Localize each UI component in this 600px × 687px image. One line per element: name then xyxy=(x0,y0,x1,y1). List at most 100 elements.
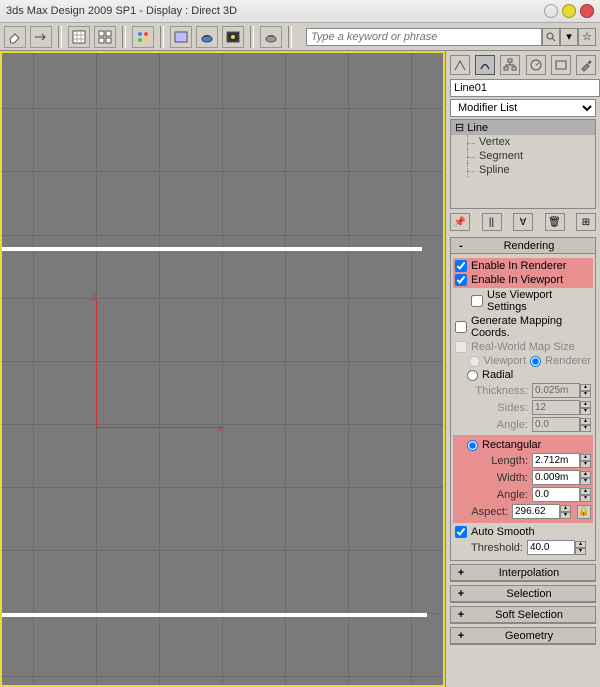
pin-stack-icon[interactable]: 📌 xyxy=(450,213,470,231)
hierarchy-tab-icon[interactable] xyxy=(500,55,520,75)
arrow-icon[interactable] xyxy=(30,26,52,48)
enable-renderer-label: Enable In Renderer xyxy=(471,260,566,272)
maximize-button[interactable] xyxy=(562,4,576,18)
make-unique-icon[interactable]: ∀ xyxy=(513,213,533,231)
rollout-selection-header[interactable]: +Selection xyxy=(451,586,595,602)
stack-sub-spline[interactable]: Spline xyxy=(451,163,595,177)
rectangular-label: Rectangular xyxy=(482,439,541,451)
lock-aspect-icon[interactable]: 🔒 xyxy=(577,505,591,519)
create-tab-icon[interactable] xyxy=(450,55,470,75)
rollout-interpolation: +Interpolation xyxy=(450,564,596,582)
use-viewport-settings-checkbox[interactable] xyxy=(471,295,483,307)
spline-segment[interactable] xyxy=(2,247,422,251)
display-tab-icon[interactable] xyxy=(551,55,571,75)
spinner-down-icon[interactable]: ▾ xyxy=(560,512,571,519)
close-button[interactable] xyxy=(580,4,594,18)
spinner-up-icon: ▴ xyxy=(580,401,591,408)
spinner-down-icon[interactable]: ▾ xyxy=(580,478,591,485)
y-axis-label: y xyxy=(92,291,97,302)
grid-list-icon[interactable] xyxy=(68,26,90,48)
x-axis-gizmo xyxy=(96,427,224,428)
material-icon[interactable] xyxy=(170,26,192,48)
spinner-down-icon: ▾ xyxy=(580,408,591,415)
rollout-soft-selection-header[interactable]: +Soft Selection xyxy=(451,607,595,623)
configure-sets-icon[interactable]: ⊞ xyxy=(576,213,596,231)
search-input[interactable] xyxy=(306,28,542,46)
utilities-tab-icon[interactable] xyxy=(576,55,596,75)
stack-sub-vertex[interactable]: Vertex xyxy=(451,135,595,149)
modify-tab-icon[interactable] xyxy=(475,55,495,75)
teapot-icon[interactable] xyxy=(260,26,282,48)
length-input[interactable] xyxy=(532,453,580,468)
stack-root[interactable]: ⊟ Line xyxy=(451,120,595,135)
angle1-input xyxy=(532,417,580,432)
generate-mapping-checkbox[interactable] xyxy=(455,321,467,333)
modifier-stack[interactable]: ⊟ Line Vertex Segment Spline xyxy=(450,119,596,209)
grid-icon[interactable] xyxy=(94,26,116,48)
rollout-rendering-header[interactable]: -Rendering xyxy=(451,238,595,254)
dots-icon[interactable] xyxy=(132,26,154,48)
spinner-up-icon: ▴ xyxy=(580,384,591,391)
eraser-icon[interactable] xyxy=(4,26,26,48)
spinner-up-icon[interactable]: ▴ xyxy=(580,454,591,461)
sides-input xyxy=(532,400,580,415)
spinner-down-icon[interactable]: ▾ xyxy=(575,548,586,555)
window-controls xyxy=(544,4,594,18)
remove-mod-icon[interactable]: 🗑 xyxy=(545,213,565,231)
rollout-interpolation-header[interactable]: +Interpolation xyxy=(451,565,595,581)
spinner-down-icon[interactable]: ▾ xyxy=(580,461,591,468)
spline-segment[interactable] xyxy=(2,613,427,617)
width-input[interactable] xyxy=(532,470,580,485)
thickness-input xyxy=(532,383,580,398)
modifier-list-dropdown[interactable]: Modifier List xyxy=(450,99,596,117)
radial-radio[interactable] xyxy=(467,370,478,381)
rollout-rendering: -Rendering Enable In Renderer Enable In … xyxy=(450,237,596,561)
generate-mapping-label: Generate Mapping Coords. xyxy=(471,315,591,339)
titlebar: 3ds Max Design 2009 SP1 - Display : Dire… xyxy=(0,0,600,23)
angle2-input[interactable] xyxy=(532,487,580,502)
auto-smooth-checkbox[interactable] xyxy=(455,526,467,538)
renderer-radio[interactable] xyxy=(530,356,541,367)
spinner-up-icon[interactable]: ▴ xyxy=(575,541,586,548)
y-axis-gizmo xyxy=(96,300,97,428)
stack-sub-segment[interactable]: Segment xyxy=(451,149,595,163)
rollout-soft-selection: +Soft Selection xyxy=(450,606,596,624)
enable-viewport-label: Enable In Viewport xyxy=(471,274,563,286)
render-setup-icon[interactable] xyxy=(222,26,244,48)
enable-viewport-checkbox[interactable] xyxy=(455,274,467,286)
width-label: Width: xyxy=(497,472,528,484)
rollout-geometry-header[interactable]: +Geometry xyxy=(451,628,595,644)
auto-smooth-label: Auto Smooth xyxy=(471,526,535,538)
favorite-icon[interactable]: ☆ xyxy=(578,28,596,46)
aspect-label: Aspect: xyxy=(471,506,508,518)
search-icon[interactable] xyxy=(542,28,560,46)
main-toolbar: ▾ ☆ xyxy=(0,23,600,51)
minimize-button[interactable] xyxy=(544,4,558,18)
spinner-up-icon: ▴ xyxy=(580,418,591,425)
viewport[interactable]: y x xyxy=(0,51,445,687)
spinner-down-icon: ▾ xyxy=(580,391,591,398)
renderer-radio-label: Renderer xyxy=(545,355,591,367)
viewport-radio-label: Viewport xyxy=(484,355,527,367)
show-result-icon[interactable]: || xyxy=(482,213,502,231)
spinner-down-icon[interactable]: ▾ xyxy=(580,495,591,502)
length-label: Length: xyxy=(491,455,528,467)
enable-renderer-checkbox[interactable] xyxy=(455,260,467,272)
x-axis-label: x xyxy=(218,423,223,434)
real-world-label: Real-World Map Size xyxy=(471,341,575,353)
angle1-label: Angle: xyxy=(497,419,528,431)
rollout-geometry: +Geometry xyxy=(450,627,596,645)
threshold-input[interactable] xyxy=(527,540,575,555)
window-title: 3ds Max Design 2009 SP1 - Display : Dire… xyxy=(6,5,544,17)
threshold-label: Threshold: xyxy=(471,542,523,554)
spinner-up-icon[interactable]: ▴ xyxy=(580,471,591,478)
spinner-up-icon[interactable]: ▴ xyxy=(560,505,571,512)
motion-tab-icon[interactable] xyxy=(526,55,546,75)
rectangular-radio[interactable] xyxy=(467,440,478,451)
search-drop-icon[interactable]: ▾ xyxy=(560,28,578,46)
object-name-input[interactable] xyxy=(450,79,600,97)
teapot-render-icon[interactable] xyxy=(196,26,218,48)
spinner-up-icon[interactable]: ▴ xyxy=(580,488,591,495)
aspect-input[interactable] xyxy=(512,504,560,519)
thickness-label: Thickness: xyxy=(475,385,528,397)
